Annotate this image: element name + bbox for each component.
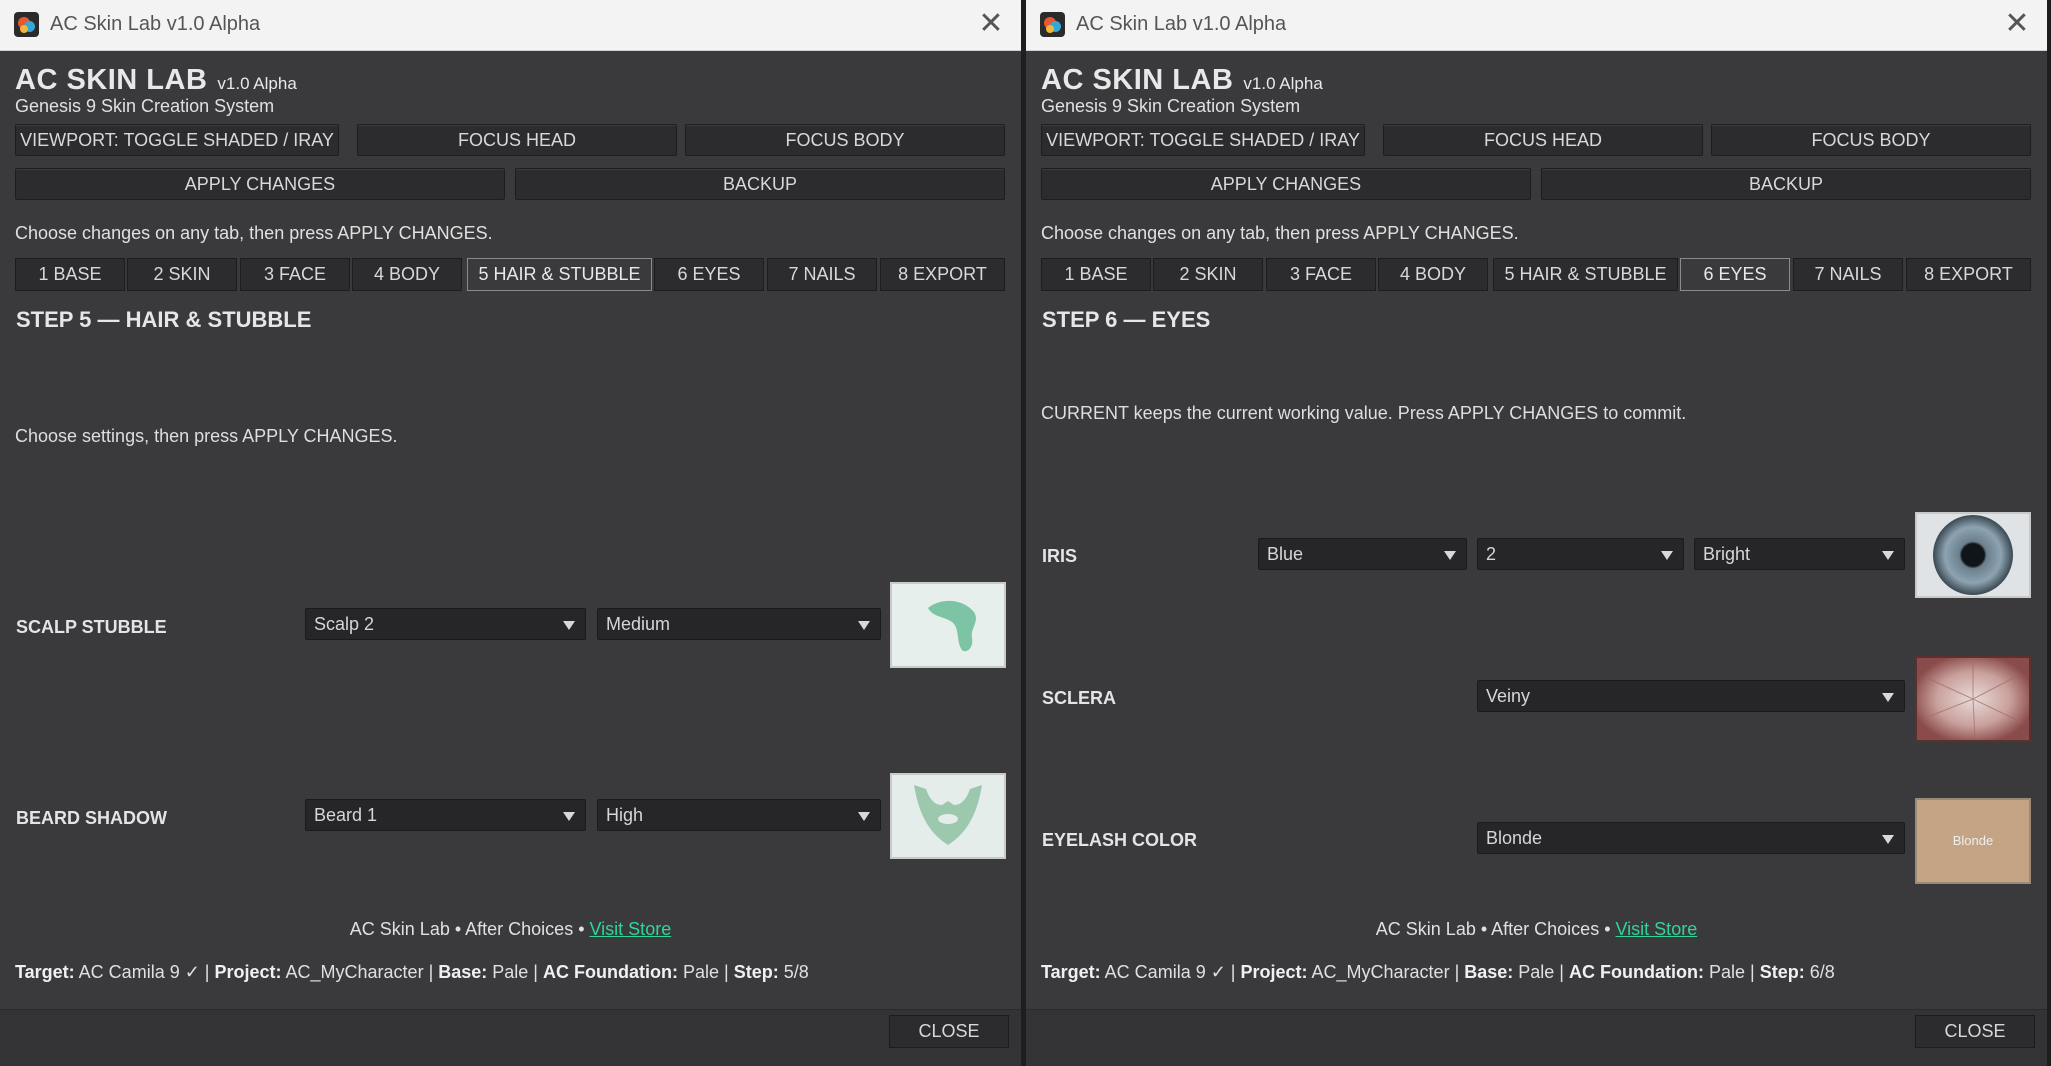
focus-head-button[interactable]: FOCUS HEAD [1383, 124, 1703, 156]
eyelash-color-label: EYELASH COLOR [1042, 830, 1198, 850]
title-bar[interactable]: AC Skin Lab v1.0 Alpha ✕ [1026, 0, 2047, 51]
close-button[interactable]: CLOSE [1915, 1015, 2035, 1048]
select-value: Blue [1267, 544, 1304, 564]
footer-credits: AC Skin Lab • After Choices • Visit Stor… [0, 919, 1021, 940]
tab-base[interactable]: 1 BASE [1041, 258, 1151, 291]
footer-text: AC Skin Lab • After Choices • [349, 919, 590, 939]
app-subtitle: Genesis 9 Skin Creation System [1041, 96, 1301, 116]
scalp-stubble-label: SCALP STUBBLE [16, 617, 167, 637]
status-line: Target: AC Camila 9 ✓ | Project: AC_MyCh… [1041, 962, 1835, 982]
backup-button[interactable]: BACKUP [1541, 168, 2031, 200]
step-title: STEP 5 — HAIR & STUBBLE [16, 307, 312, 332]
beard-shadow-preview [890, 773, 1006, 859]
tab-export[interactable]: 8 EXPORT [1906, 258, 2031, 291]
apply-changes-button[interactable]: APPLY CHANGES [1041, 168, 1531, 200]
select-value: 2 [1486, 544, 1497, 564]
backup-button[interactable]: BACKUP [515, 168, 1005, 200]
chevron-down-icon [1882, 693, 1894, 702]
app-icon [1040, 12, 1065, 37]
skin-lab-window-eyes: AC Skin Lab v1.0 Alpha ✕ AC SKIN LAB v1.0… [1026, 0, 2047, 1066]
tab-eyes[interactable]: 6 EYES [1680, 258, 1790, 291]
focus-body-button[interactable]: FOCUS BODY [685, 124, 1005, 156]
focus-body-button[interactable]: FOCUS BODY [1711, 124, 2031, 156]
iris-preview [1915, 512, 2031, 598]
scalp-stubble-level-select[interactable]: Medium [597, 608, 881, 640]
tab-base[interactable]: 1 BASE [15, 258, 125, 291]
iris-color-select[interactable]: Blue [1258, 538, 1467, 570]
iris-brightness-select[interactable]: Bright [1694, 538, 1905, 570]
window-close-icon[interactable]: ✕ [1987, 0, 2047, 50]
footer-credits: AC Skin Lab • After Choices • Visit Stor… [1026, 919, 2047, 940]
eyelash-color-swatch: Blonde [1915, 798, 2031, 884]
step-title: STEP 6 — EYES [1042, 307, 1211, 332]
app-title: AC SKIN LAB v1.0 Alpha [15, 64, 297, 96]
tab-export[interactable]: 8 EXPORT [880, 258, 1005, 291]
app-subtitle: Genesis 9 Skin Creation System [15, 96, 275, 116]
window-title: AC Skin Lab v1.0 Alpha [1076, 13, 1287, 35]
scalp-stubble-preview [890, 582, 1006, 668]
chevron-down-icon [858, 621, 870, 630]
bottom-bar [1026, 1009, 2047, 1066]
chevron-down-icon [1661, 551, 1673, 560]
select-value: Beard 1 [314, 805, 378, 825]
focus-head-button[interactable]: FOCUS HEAD [357, 124, 677, 156]
chevron-down-icon [563, 621, 575, 630]
select-value: Blonde [1486, 828, 1543, 848]
sclera-select[interactable]: Veiny [1477, 680, 1905, 712]
visit-store-link[interactable]: Visit Store [1616, 919, 1698, 939]
tab-skin[interactable]: 2 SKIN [1153, 258, 1263, 291]
footer-text: AC Skin Lab • After Choices • [1375, 919, 1616, 939]
app-icon [14, 12, 39, 37]
status-line: Target: AC Camila 9 ✓ | Project: AC_MyCh… [15, 962, 809, 982]
close-button[interactable]: CLOSE [889, 1015, 1009, 1048]
tab-face[interactable]: 3 FACE [240, 258, 350, 291]
skin-lab-window-hair: AC Skin Lab v1.0 Alpha ✕ AC SKIN LAB v1.0… [0, 0, 1021, 1066]
apply-changes-button[interactable]: APPLY CHANGES [15, 168, 505, 200]
bottom-bar [0, 1009, 1021, 1066]
tab-eyes[interactable]: 6 EYES [654, 258, 764, 291]
app-version: v1.0 Alpha [1243, 74, 1323, 93]
chevron-down-icon [1882, 835, 1894, 844]
eyelash-color-select[interactable]: Blonde [1477, 822, 1905, 854]
viewport-toggle-button[interactable]: VIEWPORT: TOGGLE SHADED / IRAY [1041, 124, 1365, 156]
tab-hair-stubble[interactable]: 5 HAIR & STUBBLE [467, 258, 652, 291]
iris-label: IRIS [1042, 546, 1078, 566]
app-title: AC SKIN LAB v1.0 Alpha [1041, 64, 1323, 96]
window-close-icon[interactable]: ✕ [961, 0, 1021, 50]
visit-store-link[interactable]: Visit Store [590, 919, 672, 939]
select-value: High [606, 805, 644, 825]
title-bar[interactable]: AC Skin Lab v1.0 Alpha ✕ [0, 0, 1021, 51]
tab-nails[interactable]: 7 NAILS [1793, 258, 1903, 291]
instructions-text: Choose changes on any tab, then press AP… [1041, 223, 1519, 243]
tab-skin[interactable]: 2 SKIN [127, 258, 237, 291]
scalp-stubble-type-select[interactable]: Scalp 2 [305, 608, 586, 640]
iris-variant-select[interactable]: 2 [1477, 538, 1684, 570]
select-value: Veiny [1486, 686, 1531, 706]
select-value: Scalp 2 [314, 614, 375, 634]
select-value: Medium [606, 614, 671, 634]
step-note: CURRENT keeps the current working value.… [1041, 403, 1687, 423]
tab-face[interactable]: 3 FACE [1266, 258, 1376, 291]
beard-shadow-type-select[interactable]: Beard 1 [305, 799, 586, 831]
viewport-toggle-button[interactable]: VIEWPORT: TOGGLE SHADED / IRAY [15, 124, 339, 156]
chevron-down-icon [563, 812, 575, 821]
chevron-down-icon [1444, 551, 1456, 560]
instructions-text: Choose changes on any tab, then press AP… [15, 223, 493, 243]
sclera-label: SCLERA [1042, 688, 1117, 708]
beard-shadow-level-select[interactable]: High [597, 799, 881, 831]
window-title: AC Skin Lab v1.0 Alpha [50, 13, 261, 35]
step-note: Choose settings, then press APPLY CHANGE… [15, 426, 398, 446]
sclera-preview [1915, 656, 2031, 742]
tab-hair-stubble[interactable]: 5 HAIR & STUBBLE [1493, 258, 1678, 291]
app-version: v1.0 Alpha [217, 74, 297, 93]
chevron-down-icon [858, 812, 870, 821]
beard-shadow-label: BEARD SHADOW [16, 808, 167, 828]
select-value: Bright [1703, 544, 1751, 564]
tab-body[interactable]: 4 BODY [352, 258, 462, 291]
chevron-down-icon [1882, 551, 1894, 560]
tab-nails[interactable]: 7 NAILS [767, 258, 877, 291]
tab-body[interactable]: 4 BODY [1378, 258, 1488, 291]
